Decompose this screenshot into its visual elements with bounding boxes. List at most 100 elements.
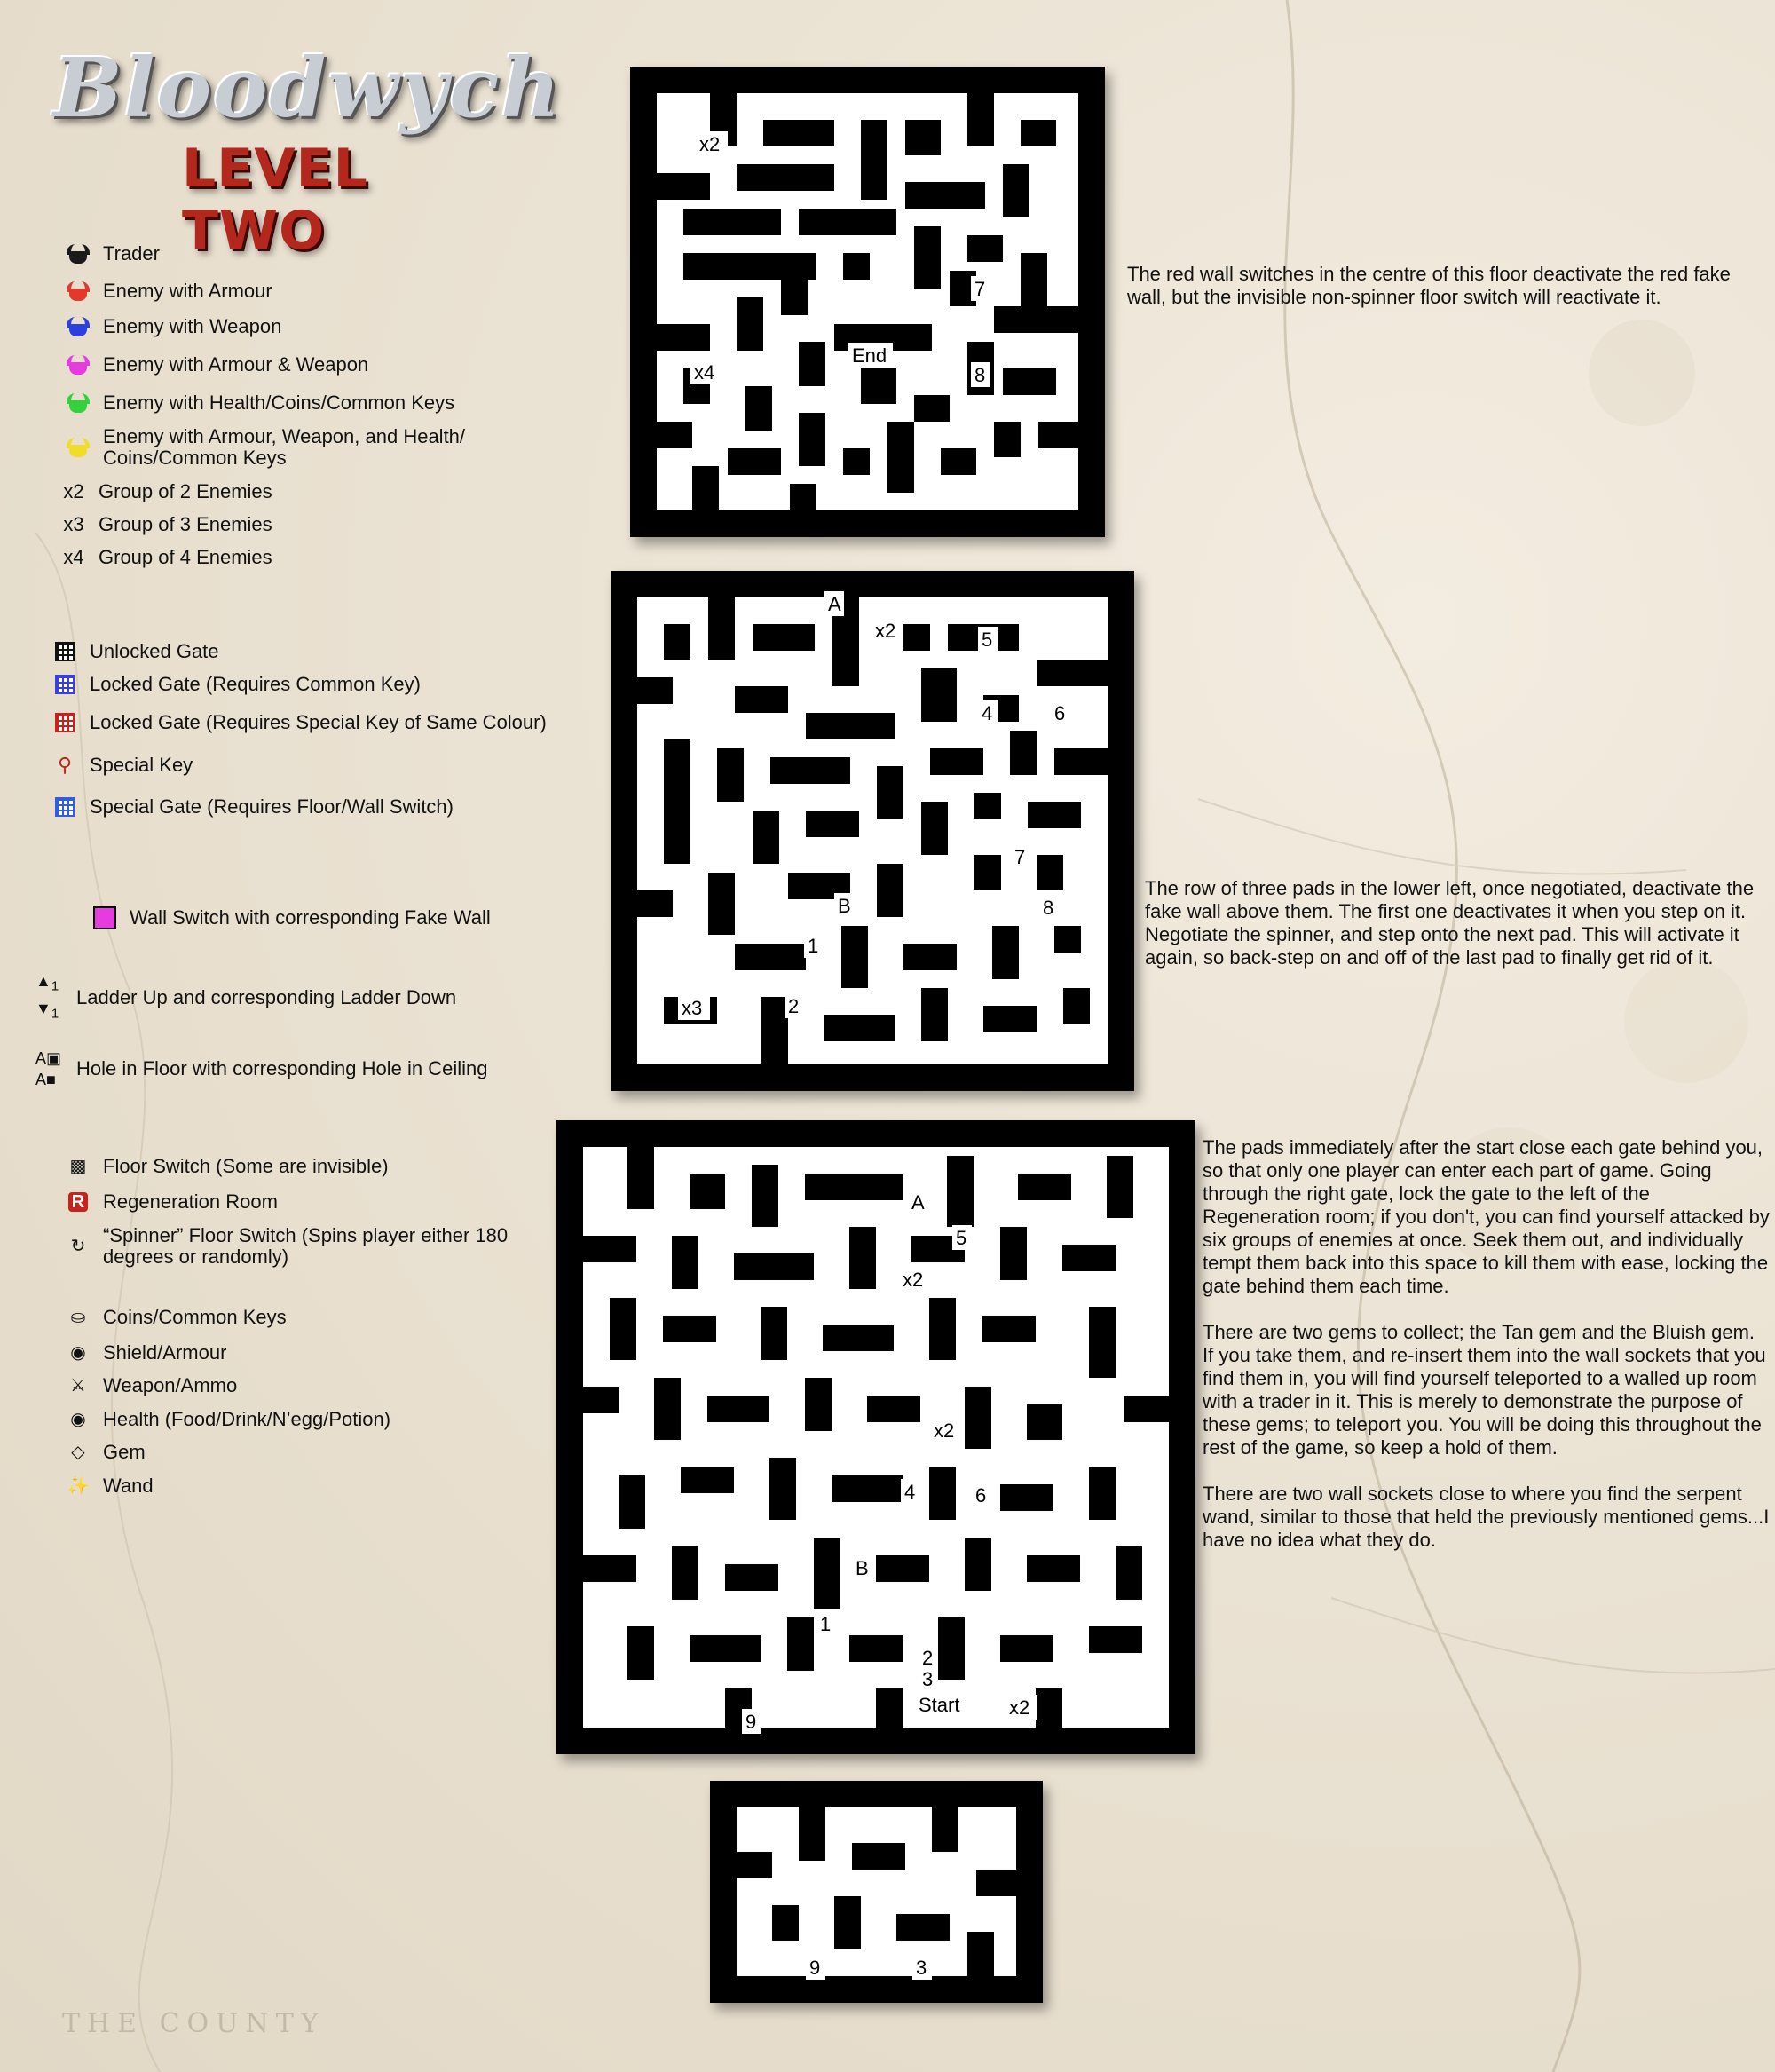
horned-helmet-icon	[67, 393, 90, 413]
map-label: 8	[974, 364, 985, 386]
legend-label: Enemy with Armour & Weapon	[103, 353, 369, 376]
map-label: 3	[916, 1957, 927, 1979]
game-logo: Bloodwych LEVEL TWO	[22, 22, 560, 262]
health-icon: ◉	[70, 1410, 86, 1429]
legend-item-object: ◉ Shield/Armour	[62, 1339, 226, 1367]
legend-item-group: x2 Group of 2 Enemies	[58, 478, 272, 506]
legend-item-switch: Wall Switch with corresponding Fake Wall	[89, 904, 491, 932]
legend-label: Shield/Armour	[103, 1341, 227, 1364]
floor-upper-middle-svg: Ax2 5 4 6 7 8 B1 2 x3	[637, 591, 1108, 1064]
logo-text: Bloodwych	[53, 40, 563, 136]
horned-helmet-icon	[67, 438, 90, 457]
description-floor-top: The red wall switches in the centre of t…	[1127, 263, 1731, 332]
legend-item-group: x3 Group of 3 Enemies	[58, 510, 272, 539]
horned-helmet-icon	[67, 355, 90, 375]
legend-item-object: ▩ Floor Switch (Some are invisible)	[62, 1152, 389, 1181]
map-label: 1	[820, 1613, 831, 1635]
description-paragraph: The red wall switches in the centre of t…	[1127, 263, 1731, 308]
legend-label: Enemy with Armour, Weapon, and Health/ C…	[103, 425, 466, 469]
map-label: 8	[1043, 897, 1053, 919]
map-label: x2	[903, 1269, 923, 1291]
map-label: 4	[982, 702, 992, 724]
legend-label: “Spinner” Floor Switch (Spins player eit…	[103, 1224, 509, 1268]
locked-gate-icon	[55, 675, 75, 694]
shield-icon: ◉	[70, 1343, 86, 1363]
legend-item-gate: ⚲ Special Key	[49, 751, 193, 779]
floor-lower-middle-svg: A 5 x2 x2 4 6 B 1 9 23 Start x2	[583, 1147, 1169, 1734]
floor-switch-icon: ▩	[69, 1157, 87, 1176]
legend-label: Floor Switch (Some are invisible)	[103, 1155, 389, 1177]
map-label: End	[852, 344, 887, 367]
legend-label: Locked Gate (Requires Common Key)	[90, 673, 421, 695]
wand-icon: ✨	[67, 1476, 90, 1496]
legend-label: Regeneration Room	[103, 1190, 278, 1213]
horned-helmet-icon	[67, 281, 90, 301]
legend-label: Enemy with Weapon	[103, 315, 282, 337]
regeneration-icon: R	[67, 1191, 89, 1213]
legend-label: Special Gate (Requires Floor/Wall Switch…	[90, 795, 454, 818]
group-mark: x3	[63, 513, 84, 535]
floor-top-svg: x2 x4 End 7 8	[657, 93, 1078, 510]
map-label: 9	[809, 1957, 820, 1979]
map-label: A	[911, 1191, 925, 1214]
floor-bottom-svg: 93	[737, 1807, 1016, 1980]
special-gate-icon	[55, 797, 75, 817]
map-label: 7	[974, 278, 985, 300]
map-label: B	[838, 895, 851, 917]
legend-label: Health (Food/Drink/N’egg/Potion)	[103, 1408, 391, 1430]
map-label: B	[856, 1557, 869, 1579]
legend-label: Trader	[103, 242, 160, 265]
legend-label: Weapon/Ammo	[103, 1374, 238, 1396]
legend-item-group: x4 Group of 4 Enemies	[58, 543, 272, 572]
dungeon-map-floor-bottom: 93	[710, 1781, 1043, 2003]
legend-label: Locked Gate (Requires Special Key of Sam…	[90, 711, 547, 733]
description-paragraph: There are two wall sockets close to wher…	[1203, 1483, 1770, 1551]
legend-item-enemy: Trader	[62, 240, 160, 268]
description-paragraph: There are two gems to collect; the Tan g…	[1203, 1321, 1766, 1459]
legend-item-enemy: Enemy with Armour & Weapon	[62, 351, 368, 379]
map-label: A	[828, 593, 841, 615]
unlocked-gate-icon	[55, 642, 75, 661]
map-label: x2	[699, 133, 720, 155]
legend-item-object: R Regeneration Room	[62, 1188, 278, 1216]
horned-helmet-icon	[67, 317, 90, 336]
legend-label: Group of 2 Enemies	[99, 480, 272, 502]
legend-label: Group of 4 Enemies	[99, 546, 272, 568]
description-floor-upper-middle: The row of three pads in the lower left,…	[1145, 877, 1766, 993]
map-label: x2	[875, 620, 895, 642]
map-label: x2	[1009, 1696, 1030, 1719]
map-label: 2	[922, 1647, 933, 1669]
map-label: 4	[904, 1481, 915, 1503]
legend-item-gate: Locked Gate (Requires Common Key)	[49, 670, 421, 699]
map-label: x4	[694, 361, 714, 384]
legend-item-object: ◉ Health (Food/Drink/N’egg/Potion)	[62, 1405, 390, 1434]
map-label: 3	[922, 1668, 933, 1690]
map-label: 9	[746, 1711, 756, 1733]
map-label: 6	[1054, 702, 1065, 724]
sword-icon: ⚔	[70, 1376, 86, 1396]
map-label: 7	[1014, 846, 1025, 868]
dungeon-map-floor-lower-middle: A 5 x2 x2 4 6 B 1 9 2 3 Start x2	[556, 1120, 1195, 1754]
dungeon-map-floor-top: x2 x4 End 7 8	[630, 67, 1105, 537]
legend-label: Wand	[103, 1475, 154, 1497]
group-mark: x2	[63, 480, 84, 502]
group-mark: x4	[63, 546, 84, 568]
legend-item-enemy: Enemy with Armour	[62, 277, 272, 305]
legend-label: Hole in Floor with corresponding Hole in…	[76, 1057, 488, 1079]
coins-icon: ⛀	[70, 1308, 86, 1327]
legend-item-gate: Unlocked Gate	[49, 637, 219, 666]
legend-label: Enemy with Armour	[103, 280, 272, 302]
map-label: 5	[956, 1227, 966, 1249]
map-label: 1	[808, 935, 818, 957]
special-locked-gate-icon	[55, 713, 75, 732]
spinner-icon: ↻	[70, 1237, 86, 1256]
map-label: 6	[975, 1484, 986, 1507]
hole-icon: A▣ A■	[36, 1049, 62, 1088]
legend-label: Gem	[103, 1441, 146, 1463]
legend-label: Special Key	[90, 754, 193, 776]
description-paragraph: The pads immediately after the start clo…	[1203, 1136, 1770, 1297]
legend-label: Unlocked Gate	[90, 640, 219, 662]
legend-label: Coins/Common Keys	[103, 1306, 287, 1328]
dungeon-map-floor-upper-middle: Ax2 5 4 6 7 8 B 1 2 x3	[611, 571, 1134, 1091]
legend-item-object: ◇ Gem	[62, 1438, 146, 1467]
